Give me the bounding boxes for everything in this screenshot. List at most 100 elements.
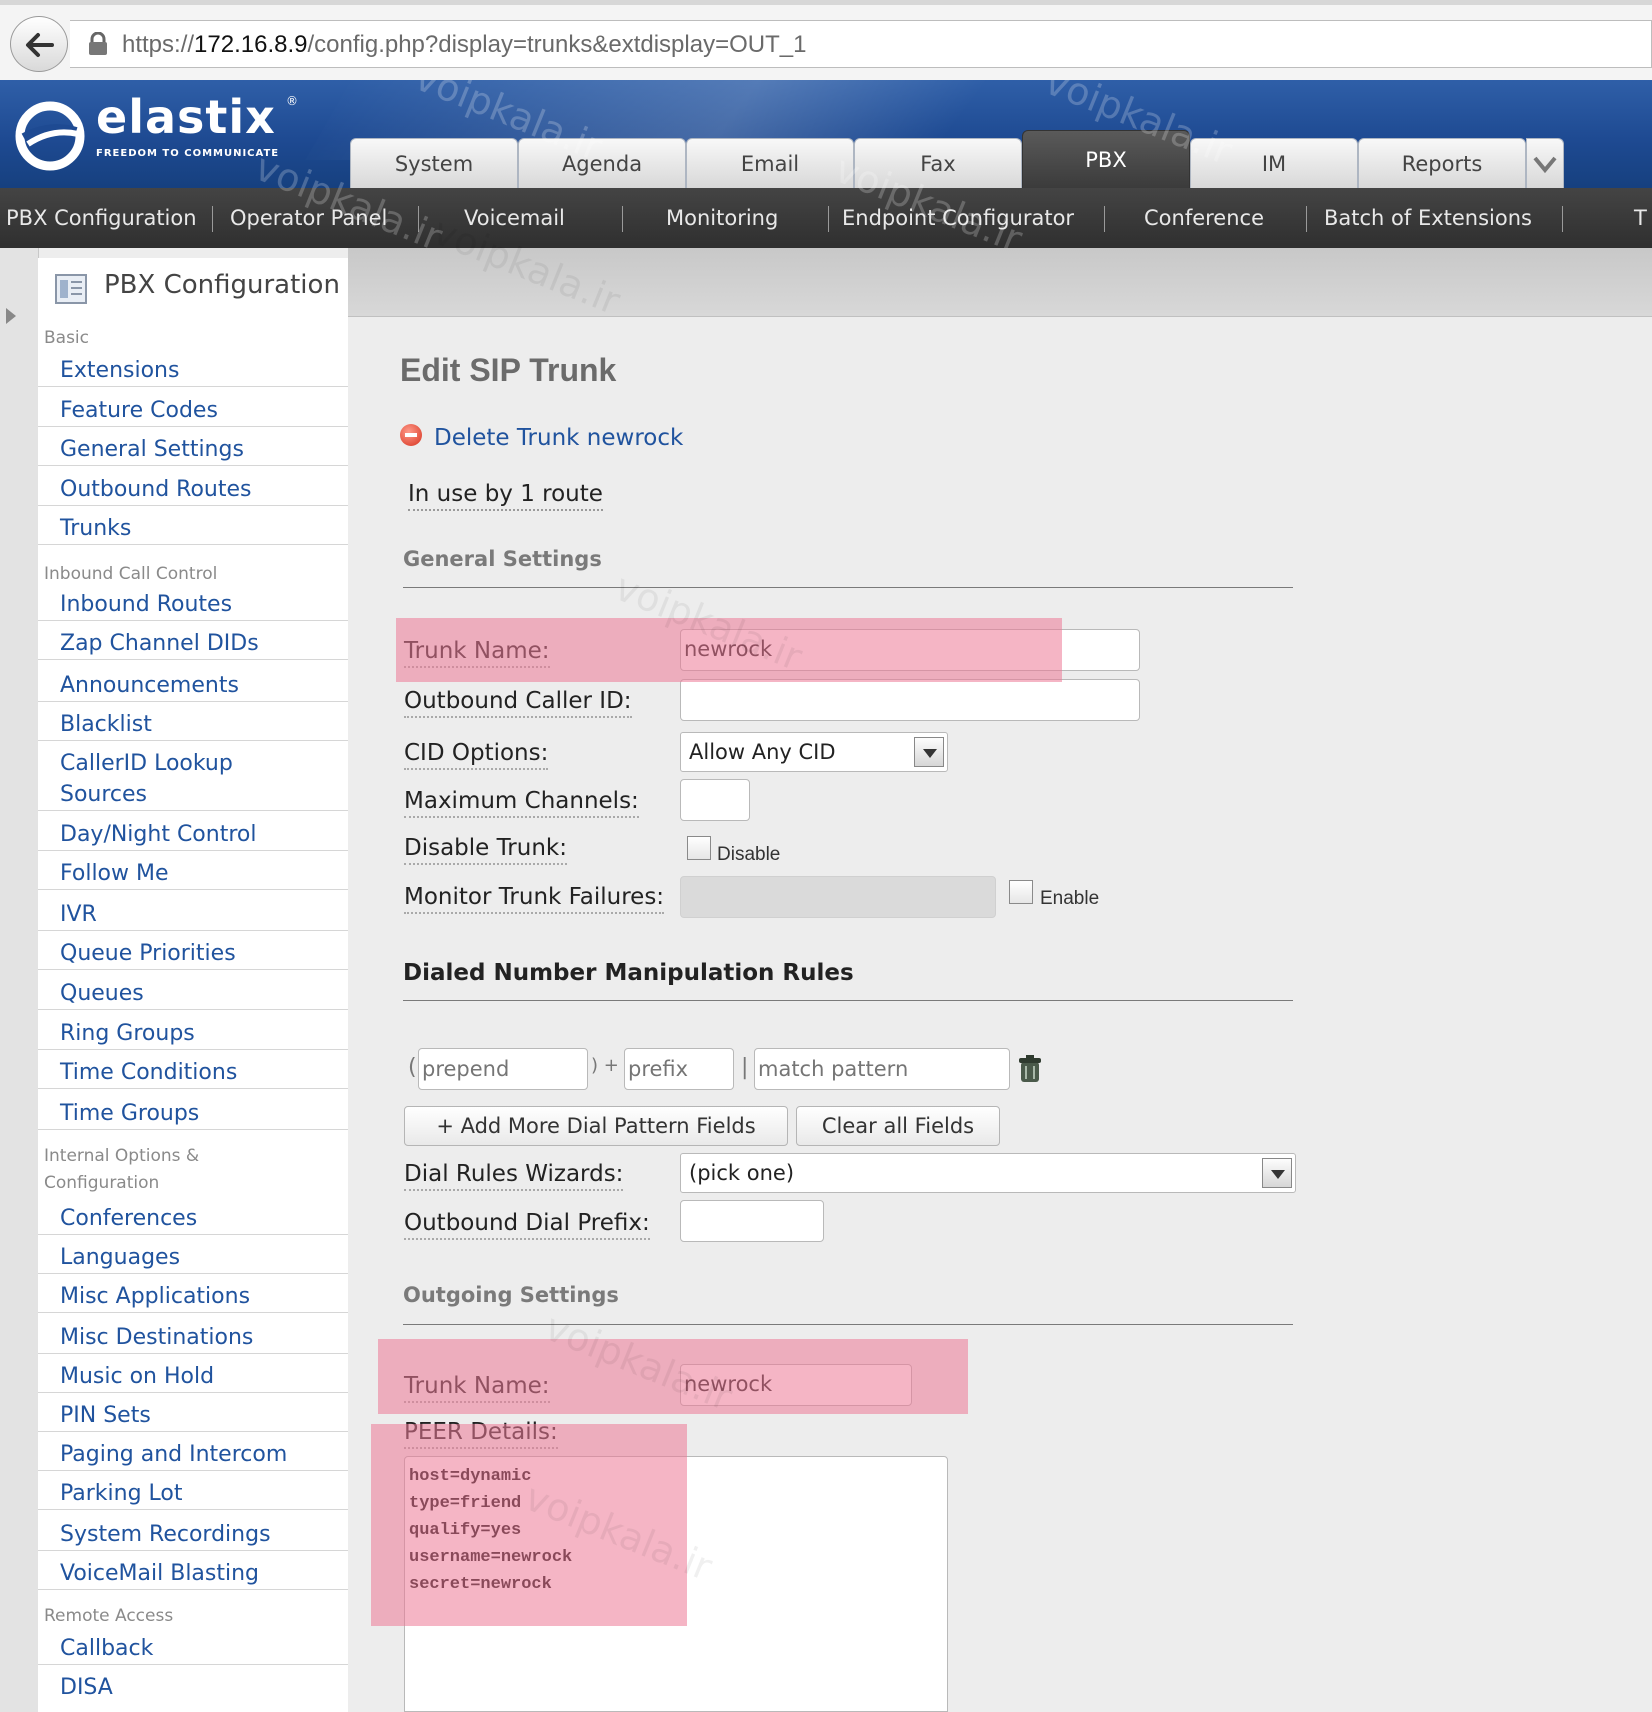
submenu-voicemail[interactable]: Voicemail: [464, 188, 565, 248]
submenu-operator-panel[interactable]: Operator Panel: [230, 188, 387, 248]
divider: [403, 587, 1293, 588]
sidebar-item-languages[interactable]: Languages: [38, 1243, 348, 1274]
dropdown-arrow-icon[interactable]: [914, 737, 944, 767]
submenu-endpoint-configurator[interactable]: Endpoint Configurator: [842, 188, 1074, 248]
sidebar-item-conferences[interactable]: Conferences: [38, 1204, 348, 1235]
match-pattern-input[interactable]: [754, 1048, 1010, 1090]
sidebar-item-queues[interactable]: Queues: [38, 979, 348, 1010]
chevron-down-icon: [1533, 156, 1557, 174]
tab-system[interactable]: System: [350, 138, 518, 188]
sidebar-item-disa[interactable]: DISA: [38, 1673, 348, 1703]
tab-agenda[interactable]: Agenda: [518, 138, 686, 188]
sidebar-item-callback[interactable]: Callback: [38, 1634, 348, 1665]
pbx-config-icon: [55, 274, 87, 304]
delete-icon[interactable]: [400, 424, 422, 446]
sidebar-category-remote: Remote Access: [44, 1606, 174, 1626]
sidebar-item-queue-priorities[interactable]: Queue Priorities: [38, 939, 348, 970]
sidebar-item-pin-sets[interactable]: PIN Sets: [38, 1401, 348, 1432]
peer-details-textarea[interactable]: host=dynamic type=friend qualify=yes use…: [404, 1456, 948, 1712]
close-paren-plus: ) +: [591, 1055, 619, 1076]
peer-line-type: type=friend: [409, 1494, 522, 1513]
sidebar-item-misc-destinations[interactable]: Misc Destinations: [38, 1323, 348, 1354]
cid-options-label: CID Options:: [404, 738, 549, 770]
submenu-conference[interactable]: Conference: [1144, 188, 1264, 248]
enable-monitor-checkbox[interactable]: [1009, 880, 1033, 904]
disable-trunk-label: Disable Trunk:: [404, 833, 567, 865]
sidebar-item-time-groups[interactable]: Time Groups: [38, 1099, 348, 1130]
trunk-name-input[interactable]: newrock: [680, 629, 1140, 671]
sidebar-item-feature-codes[interactable]: Feature Codes: [38, 396, 348, 427]
peer-details-label: PEER Details:: [404, 1417, 558, 1449]
back-button[interactable]: [10, 16, 68, 72]
tab-im[interactable]: IM: [1190, 138, 1358, 188]
submenu-pbx-configuration[interactable]: PBX Configuration: [6, 188, 197, 248]
prepend-input[interactable]: [418, 1048, 588, 1090]
dial-rules-wizards-select[interactable]: (pick one): [680, 1153, 1296, 1193]
registered-mark: ®: [286, 94, 298, 108]
tab-pbx[interactable]: PBX: [1022, 130, 1190, 188]
cid-options-select[interactable]: Allow Any CID: [680, 732, 948, 772]
sidebar-category-basic: Basic: [44, 328, 90, 348]
url-text: https://172.16.8.9/config.php?display=tr…: [122, 31, 807, 58]
browser-tab-strip: [0, 0, 1652, 5]
sidebar-item-system-recordings[interactable]: System Recordings: [38, 1520, 348, 1551]
url-field[interactable]: https://172.16.8.9/config.php?display=tr…: [70, 20, 1652, 68]
section-outgoing-settings: Outgoing Settings: [403, 1283, 619, 1307]
sidebar-item-callerid-lookup[interactable]: CallerID Lookup: [38, 749, 348, 779]
delete-trunk-link[interactable]: Delete Trunk newrock: [434, 425, 683, 451]
tabs-more-button[interactable]: [1526, 138, 1564, 188]
tab-reports[interactable]: Reports: [1358, 138, 1526, 188]
sidebar-item-trunks[interactable]: Trunks: [38, 514, 348, 545]
outbound-caller-id-input[interactable]: [680, 679, 1140, 721]
sidebar-item-paging-and-intercom[interactable]: Paging and Intercom: [38, 1440, 348, 1471]
dropdown-arrow-icon[interactable]: [1262, 1158, 1292, 1188]
enable-checkbox-label: Enable: [1040, 888, 1100, 909]
submenu-monitoring[interactable]: Monitoring: [666, 188, 778, 248]
sidebar: PBX Configuration Basic Extensions Featu…: [38, 258, 378, 1712]
peer-line-username: username=newrock: [409, 1548, 573, 1567]
sidebar-item-time-conditions[interactable]: Time Conditions: [38, 1058, 348, 1089]
monitor-trunk-failures-label: Monitor Trunk Failures:: [404, 882, 665, 914]
peer-line-qualify: qualify=yes: [409, 1521, 522, 1540]
outgoing-trunk-name-input[interactable]: newrock: [680, 1364, 912, 1406]
sidebar-collapse-strip[interactable]: [0, 248, 39, 1712]
prefix-input[interactable]: [624, 1048, 734, 1090]
peer-line-secret: secret=newrock: [409, 1575, 552, 1594]
maximum-channels-label: Maximum Channels:: [404, 786, 639, 818]
tab-email[interactable]: Email: [686, 138, 854, 188]
submenu-more[interactable]: T: [1634, 188, 1647, 248]
disable-trunk-checkbox[interactable]: [687, 836, 711, 860]
maximum-channels-input[interactable]: [680, 779, 750, 821]
add-dial-pattern-button[interactable]: + Add More Dial Pattern Fields: [404, 1106, 788, 1146]
pipe-separator: |: [741, 1055, 749, 1080]
outbound-dial-prefix-label: Outbound Dial Prefix:: [404, 1208, 650, 1240]
sidebar-item-parking-lot[interactable]: Parking Lot: [38, 1479, 348, 1510]
sidebar-item-inbound-routes[interactable]: Inbound Routes: [38, 590, 348, 621]
sidebar-item-voicemail-blasting[interactable]: VoiceMail Blasting: [38, 1559, 348, 1590]
sidebar-item-announcements[interactable]: Announcements: [38, 671, 348, 702]
clear-all-fields-button[interactable]: Clear all Fields: [796, 1106, 1000, 1146]
sidebar-item-ivr[interactable]: IVR: [38, 900, 348, 931]
tab-fax[interactable]: Fax: [854, 138, 1022, 188]
elastix-logo-icon: [15, 101, 85, 171]
elastix-logo[interactable]: elastix ® FREEDOM TO COMMUNICATE: [14, 90, 304, 180]
sidebar-item-zap-channel-dids[interactable]: Zap Channel DIDs: [38, 629, 348, 660]
sidebar-item-blacklist[interactable]: Blacklist: [38, 710, 348, 741]
outbound-dial-prefix-input[interactable]: [680, 1200, 824, 1242]
sidebar-item-extensions[interactable]: Extensions: [38, 356, 348, 387]
submenu-batch-of-extensions[interactable]: Batch of Extensions: [1324, 188, 1532, 248]
sidebar-title: PBX Configuration: [104, 270, 340, 300]
sidebar-item-follow-me[interactable]: Follow Me: [38, 859, 348, 890]
in-use-text: In use by 1 route: [408, 479, 603, 511]
sidebar-item-music-on-hold[interactable]: Music on Hold: [38, 1362, 348, 1393]
sidebar-item-day-night-control[interactable]: Day/Night Control: [38, 820, 348, 851]
logo-tagline: FREEDOM TO COMMUNICATE: [96, 148, 280, 159]
sidebar-item-general-settings[interactable]: General Settings: [38, 435, 348, 466]
sidebar-item-ring-groups[interactable]: Ring Groups: [38, 1019, 348, 1050]
logo-wordmark: elastix: [96, 90, 276, 144]
trash-icon[interactable]: [1016, 1054, 1044, 1084]
section-general-settings: General Settings: [403, 547, 602, 571]
sidebar-item-callerid-lookup-sources[interactable]: Sources: [38, 780, 348, 811]
sidebar-item-misc-applications[interactable]: Misc Applications: [38, 1282, 348, 1313]
sidebar-item-outbound-routes[interactable]: Outbound Routes: [38, 475, 348, 506]
